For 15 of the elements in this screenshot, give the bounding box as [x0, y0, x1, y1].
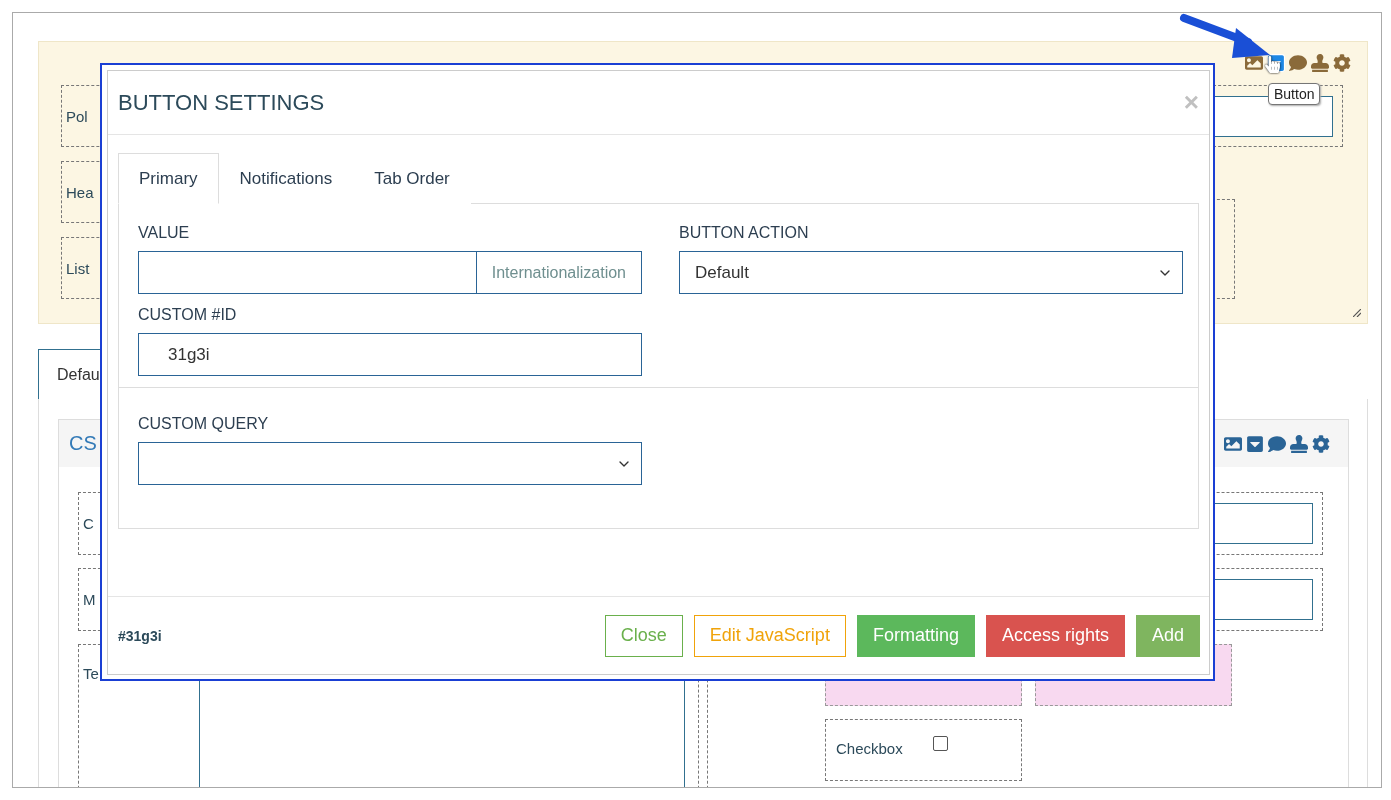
dialog-title: BUTTON SETTINGS	[118, 89, 325, 116]
field-label: Pol	[66, 107, 88, 125]
field-label: CUSTOM #ID	[138, 306, 238, 324]
tooltip: Button	[1268, 83, 1321, 105]
field-label: VALUE	[138, 224, 191, 242]
card-title: CS	[69, 432, 97, 455]
field-label: CUSTOM QUERY	[138, 415, 270, 433]
checkbox-label: Checkbox	[836, 740, 903, 757]
field-label: Te	[83, 665, 99, 684]
field-label: Hea	[66, 183, 94, 201]
element-id: #31g3i	[118, 627, 162, 644]
field-label: BUTTON ACTION	[679, 224, 810, 242]
field-label: C	[83, 515, 94, 532]
field-label: List	[66, 259, 90, 277]
field-label: M	[83, 591, 96, 608]
